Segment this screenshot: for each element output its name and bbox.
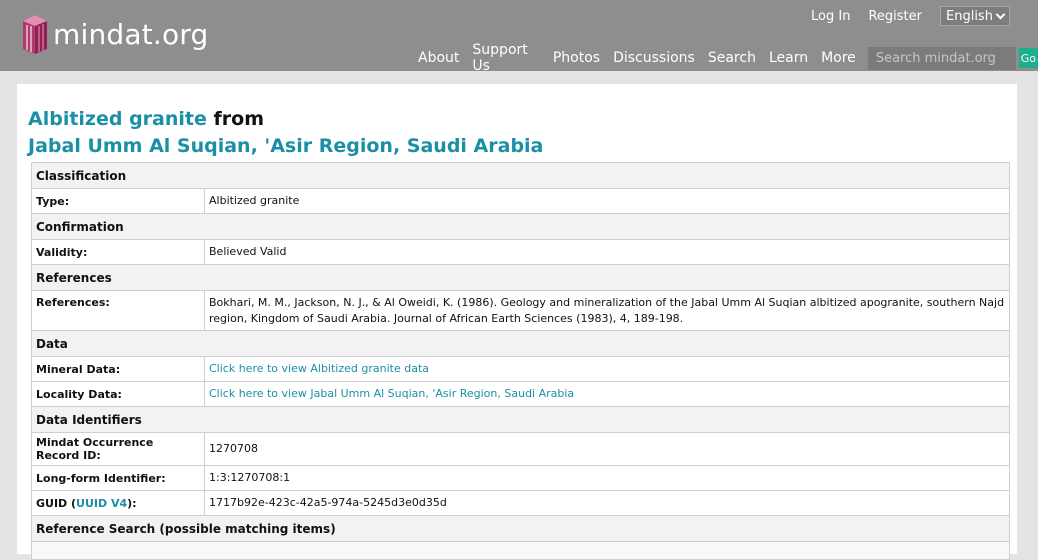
page-title: Albitized granite from Jabal Umm Al Suqi…	[28, 106, 543, 160]
language-value: English	[946, 8, 993, 24]
row-value: 1:3:1270708:1	[204, 465, 1010, 491]
go-button[interactable]: Go	[1018, 48, 1038, 68]
mineral-data-link[interactable]: Click here to view Albitized granite dat…	[209, 362, 429, 375]
reference-citation: Bokhari, M. M., Jackson, N. J., & Al Owe…	[204, 290, 1010, 331]
table-row	[31, 541, 1010, 560]
title-mineral-link[interactable]: Albitized granite	[28, 108, 207, 130]
row-value: Albitized granite	[204, 188, 1010, 214]
guid-prefix: GUID (	[36, 496, 77, 510]
register-link[interactable]: Register	[868, 9, 922, 24]
logo-text: mindat.org	[53, 17, 209, 51]
table-row: Type: Albitized granite	[31, 188, 1010, 214]
section-references: References	[31, 264, 1010, 291]
chevron-down-icon	[995, 9, 1006, 19]
table-row: Long-form Identifier: 1:3:1270708:1	[31, 465, 1010, 491]
account-links: Log In Register English	[811, 6, 1010, 26]
title-locality-link[interactable]: Jabal Umm Al Suqian, 'Asir Region, Saudi…	[28, 135, 543, 157]
guid-suffix: ):	[127, 496, 137, 510]
nav-about[interactable]: About	[418, 50, 459, 66]
section-header: Data	[31, 330, 1010, 357]
section-classification: Classification	[31, 162, 1010, 189]
section-reference-search: Reference Search (possible matching item…	[31, 515, 1010, 542]
guid-label: GUID (UUID V4):	[31, 490, 205, 516]
section-header: Classification	[31, 162, 1010, 189]
section-header: References	[31, 264, 1010, 291]
row-value: 1270708	[204, 432, 1010, 466]
nav-support-us[interactable]: Support Us	[472, 42, 539, 74]
section-data: Data	[31, 330, 1010, 357]
main-nav: About Support Us Photos Discussions Sear…	[418, 42, 1038, 74]
nav-photos[interactable]: Photos	[553, 50, 600, 66]
nav-more[interactable]: More	[821, 50, 856, 66]
section-header: Reference Search (possible matching item…	[31, 515, 1010, 542]
row-label: Mindat Occurrence Record ID:	[31, 432, 205, 466]
table-row: GUID (UUID V4): 1717b92e-423c-42a5-974a-…	[31, 490, 1010, 516]
uuid-v4-link[interactable]: UUID V4	[76, 497, 127, 510]
mindat-logo[interactable]: mindat.org	[20, 12, 209, 56]
nav-discussions[interactable]: Discussions	[613, 50, 695, 66]
section-header: Data Identifiers	[31, 406, 1010, 433]
table-row: Validity: Believed Valid	[31, 239, 1010, 265]
table-row: Mindat Occurrence Record ID: 1270708	[31, 432, 1010, 466]
occurrence-table: Classification Type: Albitized granite C…	[31, 162, 1010, 560]
search-input[interactable]	[867, 46, 1016, 70]
section-data-identifiers: Data Identifiers	[31, 406, 1010, 433]
language-select[interactable]: English	[940, 6, 1010, 26]
row-label: Validity:	[31, 239, 205, 265]
top-header: mindat.org Log In Register English About…	[0, 0, 1038, 74]
row-label: Type:	[31, 188, 205, 214]
login-link[interactable]: Log In	[811, 9, 850, 24]
empty-cell	[31, 541, 1010, 560]
main-content: Albitized granite from Jabal Umm Al Suqi…	[17, 84, 1017, 560]
section-header: Confirmation	[31, 213, 1010, 240]
row-label: Long-form Identifier:	[31, 465, 205, 491]
section-confirmation: Confirmation	[31, 213, 1010, 240]
nav-search[interactable]: Search	[708, 50, 756, 66]
locality-data-link[interactable]: Click here to view Jabal Umm Al Suqian, …	[209, 387, 574, 400]
row-value: 1717b92e-423c-42a5-974a-5245d3e0d35d	[204, 490, 1010, 516]
row-label: Mineral Data:	[31, 356, 205, 382]
table-row: Locality Data: Click here to view Jabal …	[31, 381, 1010, 407]
crystal-logo-icon	[23, 15, 47, 54]
row-label: Locality Data:	[31, 381, 205, 407]
row-value: Believed Valid	[204, 239, 1010, 265]
row-label: References:	[31, 290, 205, 331]
table-row: Mineral Data: Click here to view Albitiz…	[31, 356, 1010, 382]
table-row: References: Bokhari, M. M., Jackson, N. …	[31, 290, 1010, 331]
nav-learn[interactable]: Learn	[769, 50, 808, 66]
title-from: from	[206, 108, 265, 130]
